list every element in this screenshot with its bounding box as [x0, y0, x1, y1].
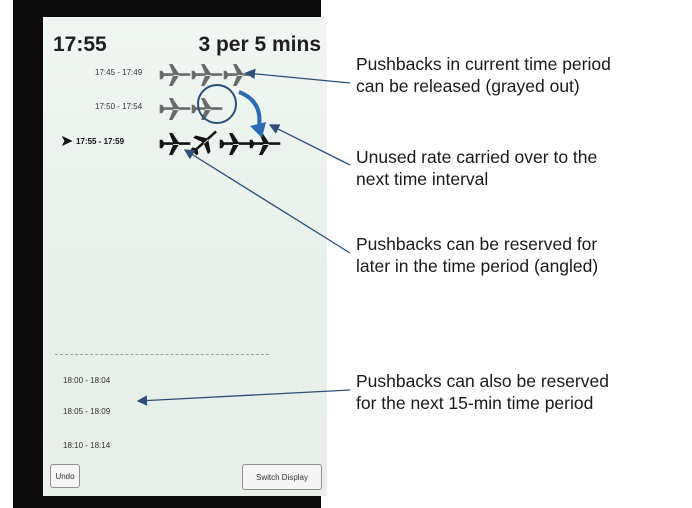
annotation-arrow-line: [244, 68, 351, 84]
carry-over-arrowhead: [250, 122, 266, 138]
annotation-line: for the next 15-min time period: [356, 393, 594, 413]
annotation-reserved-later: Pushbacks can be reserved for later in t…: [356, 233, 598, 277]
annotation-line: Pushbacks can also be reserved: [356, 371, 609, 391]
annotation-carried-over: Unused rate carried over to the next tim…: [356, 146, 597, 190]
annotation-line: can be released (grayed out): [356, 76, 580, 96]
annotation-arrow-line: [183, 149, 351, 254]
annotation-released: Pushbacks in current time period can be …: [356, 53, 611, 97]
annotation-line: next time interval: [356, 169, 489, 189]
annotation-arrow-line: [136, 389, 351, 406]
annotation-line: later in the time period (angled): [356, 256, 599, 276]
annotation-line: Pushbacks in current time period: [356, 54, 611, 74]
annotation-next-period: Pushbacks can also be reserved for the n…: [356, 370, 609, 414]
annotation-line: Unused rate carried over to the: [356, 147, 598, 167]
annotation-line: Pushbacks can be reserved for: [356, 234, 598, 254]
annotation-arrow-line: [268, 124, 351, 166]
